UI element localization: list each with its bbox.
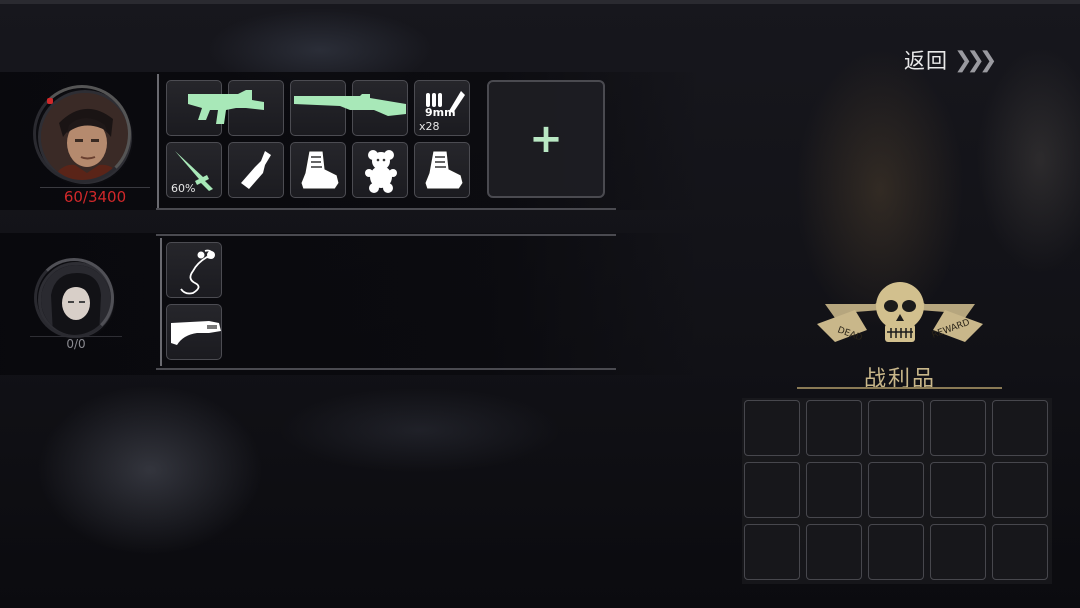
loot-divider [797,387,1002,389]
loot-slot[interactable] [992,524,1048,580]
hp-text: 0/0 [30,336,122,351]
sawed-off-shotgun-icon [171,321,221,345]
boots-slot-1[interactable] [290,142,346,198]
top-bar [0,0,1080,4]
row-topline [156,234,616,236]
plus-icon: + [529,116,563,162]
earphones-icon [180,249,215,295]
ammo-slot[interactable]: 9mm x28 [414,80,470,136]
loot-slot[interactable] [806,524,862,580]
loot-slot[interactable] [868,462,924,518]
loot-slot[interactable] [744,462,800,518]
loot-slot[interactable] [744,400,800,456]
loot-slot[interactable] [992,400,1048,456]
chevrons-right-icon: ❯❯❯ [954,47,997,73]
hp-ring [34,258,114,338]
knife-durability: 60% [171,182,196,195]
weapon-slot-smg[interactable] [166,80,286,138]
bottle-icon [241,151,271,189]
shotgun-icon [294,94,406,116]
row-underline [156,208,616,210]
boot-icon [300,150,340,190]
loot-slot[interactable] [930,400,986,456]
loot-slot[interactable] [806,400,862,456]
bottle-slot[interactable] [228,142,284,198]
loot-slot[interactable] [992,462,1048,518]
loot-slot[interactable] [868,524,924,580]
hp-text: 60/3400 [40,187,150,206]
boot-icon [424,150,464,190]
teddy-bear-icon [365,150,397,193]
back-button[interactable]: 返回 ❯❯❯ [904,44,997,76]
sawed-off-shotgun-slot[interactable] [166,304,222,360]
smg-icon [188,90,264,124]
ammo-count: x28 [419,120,440,133]
weapon-slot-shotgun[interactable] [290,80,410,138]
hp-indicator [47,98,53,104]
loot-slot[interactable] [930,462,986,518]
loot-slot[interactable] [744,524,800,580]
add-item-button[interactable]: + [487,80,605,198]
knife-slot[interactable]: 60% [166,142,222,198]
loot-grid [742,398,1052,584]
row-divider [157,74,159,210]
earphones-slot[interactable] [166,242,222,298]
skull-emblem-icon: DEAD REWARD [817,282,983,344]
ammo-type: 9mm [425,106,456,119]
loot-slot[interactable] [806,462,862,518]
loot-slot[interactable] [868,400,924,456]
teddy-bear-slot[interactable] [352,142,408,198]
loot-slot[interactable] [930,524,986,580]
row-underline [156,368,616,370]
row-divider [160,238,162,366]
boots-slot-2[interactable] [414,142,470,198]
back-label: 返回 [904,49,948,73]
